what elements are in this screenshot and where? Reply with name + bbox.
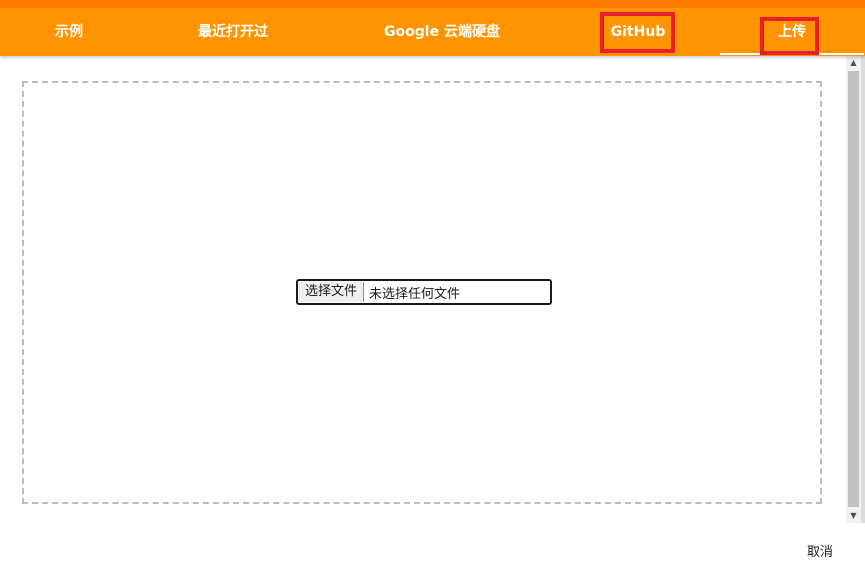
scroll-down-arrow-icon[interactable]: ▼ [846, 509, 861, 523]
scroll-up-arrow-icon[interactable]: ▲ [846, 56, 861, 70]
choose-file-button[interactable]: 选择文件 [299, 282, 365, 302]
dialog-footer: 取消 [0, 523, 865, 575]
tab-upload-label: 上传 [778, 24, 806, 40]
cancel-button[interactable]: 取消 [807, 541, 833, 560]
no-file-chosen-text: 未选择任何文件 [369, 286, 461, 302]
vertical-scrollbar[interactable]: ▲ ▼ [846, 56, 861, 523]
window-right-edge [861, 56, 865, 523]
file-drop-zone[interactable]: 选择文件 未选择任何文件 [22, 81, 822, 504]
scrollbar-thumb[interactable] [848, 71, 859, 507]
tab-google-drive[interactable]: Google 云端硬盘 [360, 8, 524, 56]
tab-upload[interactable]: 上传 [720, 8, 864, 56]
tab-bar: 示例 最近打开过 Google 云端硬盘 GitHub 上传 [0, 8, 865, 56]
tab-github[interactable]: GitHub [588, 8, 688, 56]
upload-panel: 选择文件 未选择任何文件 [0, 56, 846, 523]
file-input[interactable]: 选择文件 未选择任何文件 [296, 279, 552, 305]
active-tab-indicator [720, 53, 864, 55]
tab-examples[interactable]: 示例 [0, 8, 138, 56]
tab-recent[interactable]: 最近打开过 [160, 8, 306, 56]
top-accent-strip [0, 0, 865, 8]
